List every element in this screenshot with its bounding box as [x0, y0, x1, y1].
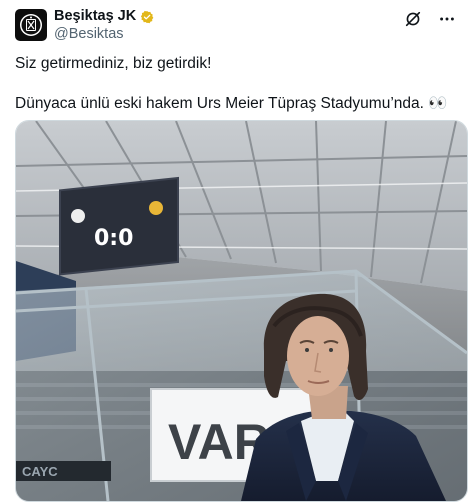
stadium-photo: 0:0 VAR CAYC: [16, 121, 467, 501]
scoreboard-score: 0:0: [94, 226, 133, 251]
name-row: Beşiktaş JK: [54, 8, 154, 25]
scoreboard: 0:0: [59, 176, 179, 276]
top-actions: [403, 9, 457, 29]
tweet-text-line-1: Siz getirmediniz, biz getirdik!: [15, 55, 212, 72]
tweet-media-photo[interactable]: 0:0 VAR CAYC: [15, 120, 468, 502]
besiktas-crest-icon: [20, 14, 42, 36]
led-board-text: CAYC: [22, 464, 58, 479]
account-handle[interactable]: @Besiktas: [54, 26, 154, 43]
avatar[interactable]: [15, 9, 47, 41]
tweet-header: Beşiktaş JK @Besiktas: [54, 8, 154, 43]
display-name[interactable]: Beşiktaş JK: [54, 8, 136, 25]
verified-badge-icon: [140, 10, 154, 24]
grok-icon[interactable]: [403, 9, 423, 29]
more-icon[interactable]: [437, 9, 457, 29]
tweet-card: Beşiktaş JK @Besiktas Siz getirmediniz, …: [0, 0, 471, 502]
tweet-text-line-2: Dünyaca ünlü eski hakem Urs Meier Tüpraş…: [15, 95, 448, 112]
tweet-text: Siz getirmediniz, biz getirdik! Dünyaca …: [15, 54, 460, 113]
